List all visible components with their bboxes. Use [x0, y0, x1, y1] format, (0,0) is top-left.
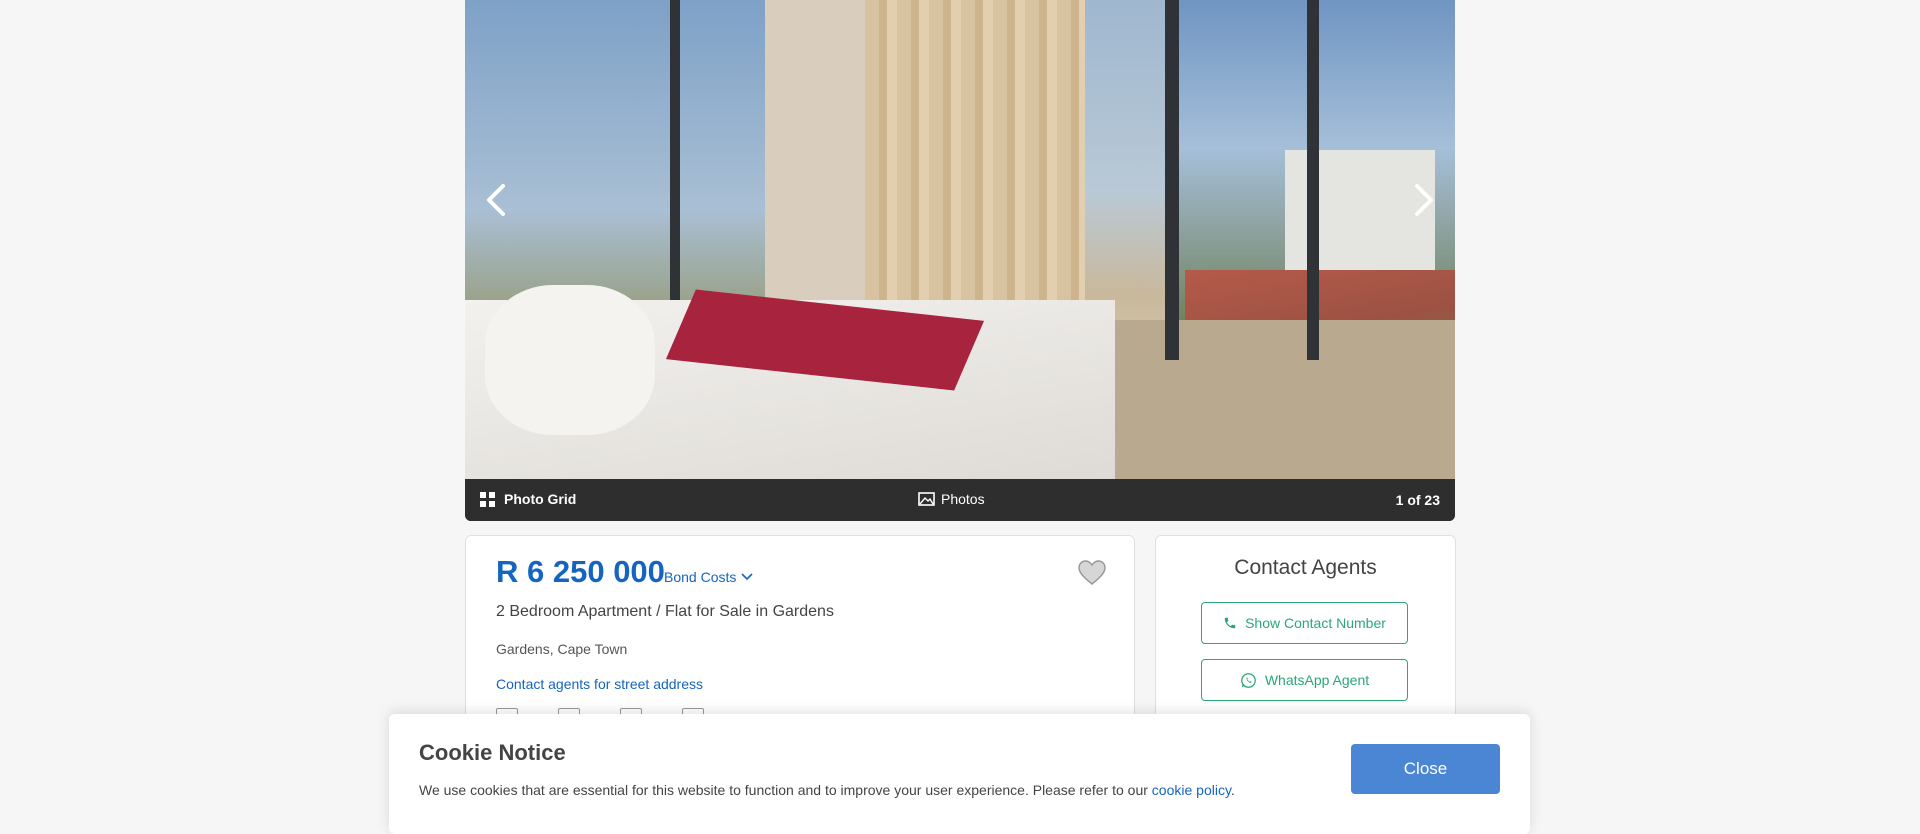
photos-button[interactable]: Photos: [918, 491, 985, 507]
photo-window-frame: [1165, 0, 1179, 360]
photo-pillow: [485, 285, 655, 435]
heart-icon: [1078, 560, 1106, 585]
cookie-policy-link[interactable]: cookie policy: [1152, 782, 1231, 798]
photo-curtain: [865, 0, 1085, 320]
photo-wall: [765, 0, 865, 340]
favourite-button[interactable]: [1078, 560, 1106, 590]
listing-title: 2 Bedroom Apartment / Flat for Sale in G…: [496, 603, 834, 620]
cookie-notice-title: Cookie Notice: [419, 740, 566, 765]
whatsapp-agent-button[interactable]: WhatsApp Agent: [1201, 659, 1408, 701]
contact-agents-title: Contact Agents: [1234, 556, 1377, 579]
whatsapp-icon: [1240, 672, 1256, 688]
photos-label: Photos: [941, 491, 985, 507]
whatsapp-agent-label: WhatsApp Agent: [1264, 672, 1370, 688]
listing-price: R 6 250 000: [496, 554, 665, 589]
next-photo-button[interactable]: [1403, 180, 1443, 220]
bond-costs-toggle[interactable]: Bond Costs: [664, 569, 753, 585]
show-contact-number-button[interactable]: Show Contact Number: [1201, 602, 1408, 644]
gallery-toolbar: Photo Grid Photos 1 of 23: [465, 479, 1455, 521]
street-address-link[interactable]: Contact agents for street address: [496, 676, 703, 692]
photo-window-left: [465, 0, 765, 300]
previous-photo-button[interactable]: [477, 180, 517, 220]
photo-window-frame: [1307, 0, 1319, 360]
phone-icon: [1224, 617, 1236, 629]
listing-photo[interactable]: [465, 0, 1455, 479]
show-contact-number-label: Show Contact Number: [1245, 615, 1386, 631]
chevron-down-icon: [741, 573, 753, 581]
cookie-notice-text: We use cookies that are essential for th…: [419, 782, 1235, 798]
photo-window-frame: [670, 0, 680, 340]
cookie-notice-body: We use cookies that are essential for th…: [419, 782, 1152, 798]
cookie-close-button[interactable]: Close: [1351, 744, 1500, 794]
photo-gallery: Photo Grid Photos 1 of 23: [465, 0, 1455, 521]
chevron-left-icon: [487, 184, 505, 216]
photo-grid-button[interactable]: Photo Grid: [480, 491, 576, 507]
cookie-notice: Cookie Notice We use cookies that are es…: [389, 714, 1530, 834]
cookie-notice-end: .: [1230, 782, 1235, 798]
listing-location: Gardens, Cape Town: [496, 641, 628, 657]
chevron-right-icon: [1415, 184, 1433, 216]
photo-counter: 1 of 23: [1395, 492, 1440, 508]
image-icon: [918, 492, 935, 506]
photo-grid-label: Photo Grid: [504, 491, 577, 507]
grid-icon: [480, 491, 495, 507]
bond-costs-label: Bond Costs: [664, 569, 737, 585]
